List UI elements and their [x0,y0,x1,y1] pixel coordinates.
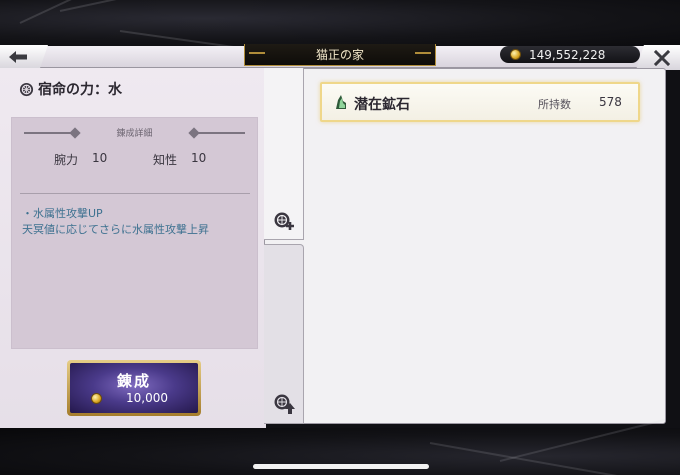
refine-button[interactable]: 錬成 10,000 [67,360,201,416]
material-item-card[interactable]: 潜在鉱石 所持数 578 [320,82,640,122]
section-title-text: 宿命の力：水 [38,82,122,98]
page-title: 猫正の家 [244,44,436,66]
game-screen: 猫正の家 149,552,228 宿命の力：水 錬成詳細 腕力 10 知性 10 [0,0,680,475]
close-icon [654,49,670,66]
crystal-add-icon [274,212,294,230]
refine-detail-box: 錬成詳細 腕力 10 知性 10 ・水属性攻撃UP 天冥値に応じてさらに水属性攻… [11,117,258,349]
decorative-top-band [0,0,680,58]
stat-value: 10 [92,151,108,165]
refine-cost: 10,000 [91,391,168,405]
stat-value: 10 [191,151,207,165]
effect-line-2: 天冥値に応じてさらに水属性攻撃上昇 [22,223,209,236]
ore-icon [336,95,346,109]
currency-display: 149,552,228 [500,46,640,63]
stat-strength: 腕力 10 [54,151,107,168]
item-qty: 578 [599,95,622,109]
stat-intelligence: 知性 10 [153,151,206,168]
home-indicator[interactable] [253,464,429,469]
refine-button-label: 錬成 [116,372,151,390]
tab-strip [264,68,304,428]
item-qty-label: 所持数 [538,98,571,111]
gil-coin-icon [510,49,521,60]
gil-coin-icon [91,392,102,404]
stat-label: 知性 [153,153,178,167]
refine-cost-amount: 10,000 [126,391,168,405]
effect-line-1: ・水属性攻撃UP [22,207,103,220]
stat-label: 腕力 [54,153,79,167]
divider [20,193,250,194]
item-name: 潜在鉱石 [354,97,410,113]
ornament-right [193,132,245,134]
crystal-emblem-icon [19,82,34,96]
crystal-upgrade-icon [274,394,295,414]
destiny-power-title: 宿命の力：水 [19,79,122,99]
refine-button-face: 錬成 10,000 [70,363,198,413]
arrow-left-icon [9,51,27,63]
currency-amount: 149,552,228 [529,47,606,62]
